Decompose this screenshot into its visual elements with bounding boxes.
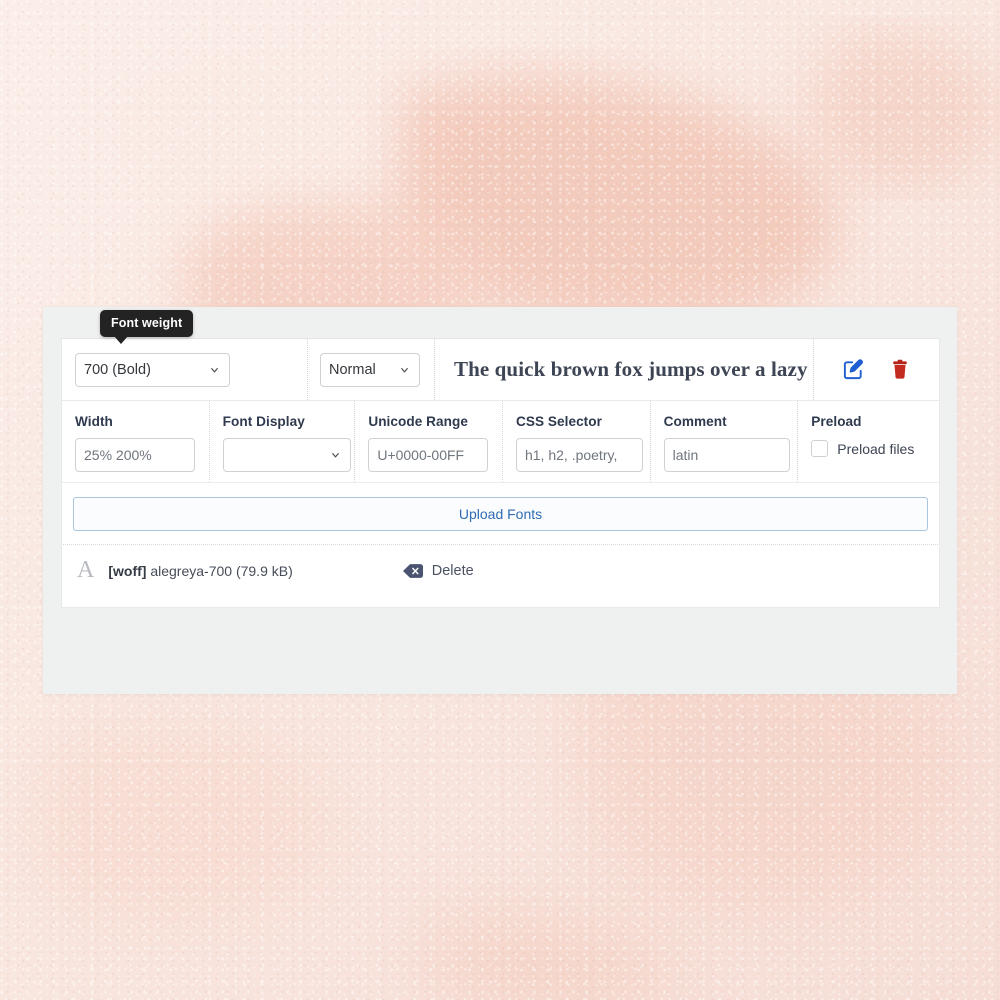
font-preview-cell: The quick brown fox jumps over a lazy do… — [435, 339, 814, 400]
file-format-tag: [woff] — [108, 563, 147, 579]
tooltip-arrow — [114, 336, 128, 344]
font-weight-select[interactable]: 700 (Bold) — [75, 352, 230, 387]
trash-can-icon — [893, 359, 907, 379]
unicode-range-label: Unicode Range — [368, 414, 468, 429]
delete-file-label: Delete — [431, 563, 474, 579]
font-display-field: Font Display — [210, 401, 356, 482]
edit-pencil-square-icon — [843, 359, 863, 380]
comment-label: Comment — [663, 414, 727, 429]
font-style-select-wrap[interactable]: Normal — [320, 352, 420, 387]
unicode-range-input[interactable] — [368, 438, 489, 472]
font-style-cell: Normal — [308, 339, 435, 400]
font-file-glyph-icon: A — [77, 557, 95, 583]
css-selector-label: CSS Selector — [515, 414, 602, 429]
font-weight-tooltip: Font weight — [100, 310, 194, 344]
preload-field: Preload Preload files — [798, 401, 939, 482]
comment-input[interactable] — [663, 438, 790, 472]
detail-fields-row: Width Font Display Unicode Range CSS Sel… — [62, 401, 939, 483]
tooltip-text: Font weight — [111, 316, 183, 330]
font-face-card: 700 (Bold) Normal The quick brown fox ju… — [61, 338, 940, 608]
width-label: Width — [75, 414, 113, 429]
delete-variation-button[interactable] — [889, 358, 911, 381]
upload-fonts-button[interactable]: Upload Fonts — [73, 497, 928, 531]
delete-file-button[interactable]: Delete — [402, 563, 474, 579]
font-weight-select-wrap[interactable]: 700 (Bold) — [75, 352, 230, 387]
font-preview-text: The quick brown fox jumps over a lazy do… — [454, 357, 814, 381]
font-display-select-wrap[interactable] — [222, 438, 351, 472]
preload-checkbox-label: Preload files — [837, 440, 915, 457]
font-weight-cell: 700 (Bold) — [62, 339, 308, 400]
variation-actions — [814, 339, 939, 400]
preload-files-toggle[interactable]: Preload files — [811, 440, 939, 457]
font-style-select[interactable]: Normal — [320, 352, 420, 387]
preload-checkbox[interactable] — [811, 440, 829, 457]
comment-field: Comment — [651, 401, 799, 482]
variation-row: 700 (Bold) Normal The quick brown fox ju… — [62, 339, 939, 401]
css-selector-field: CSS Selector — [503, 401, 651, 482]
font-display-label: Font Display — [222, 414, 305, 429]
file-list-item: A [woff] alegreya-700 (79.9 kB) Delete — [62, 545, 939, 597]
tag-close-icon — [402, 564, 423, 578]
file-name-detail: alegreya-700 (79.9 kB) — [146, 563, 293, 579]
width-input[interactable] — [75, 438, 195, 472]
css-selector-input[interactable] — [515, 438, 643, 472]
preload-label: Preload — [811, 414, 862, 429]
width-field: Width — [62, 401, 210, 482]
edit-variation-button[interactable] — [842, 358, 865, 381]
unicode-range-field: Unicode Range — [355, 401, 503, 482]
font-display-select[interactable] — [222, 438, 351, 472]
upload-zone: Upload Fonts — [62, 483, 939, 544]
file-name-text: [woff] alegreya-700 (79.9 kB) — [108, 563, 292, 579]
